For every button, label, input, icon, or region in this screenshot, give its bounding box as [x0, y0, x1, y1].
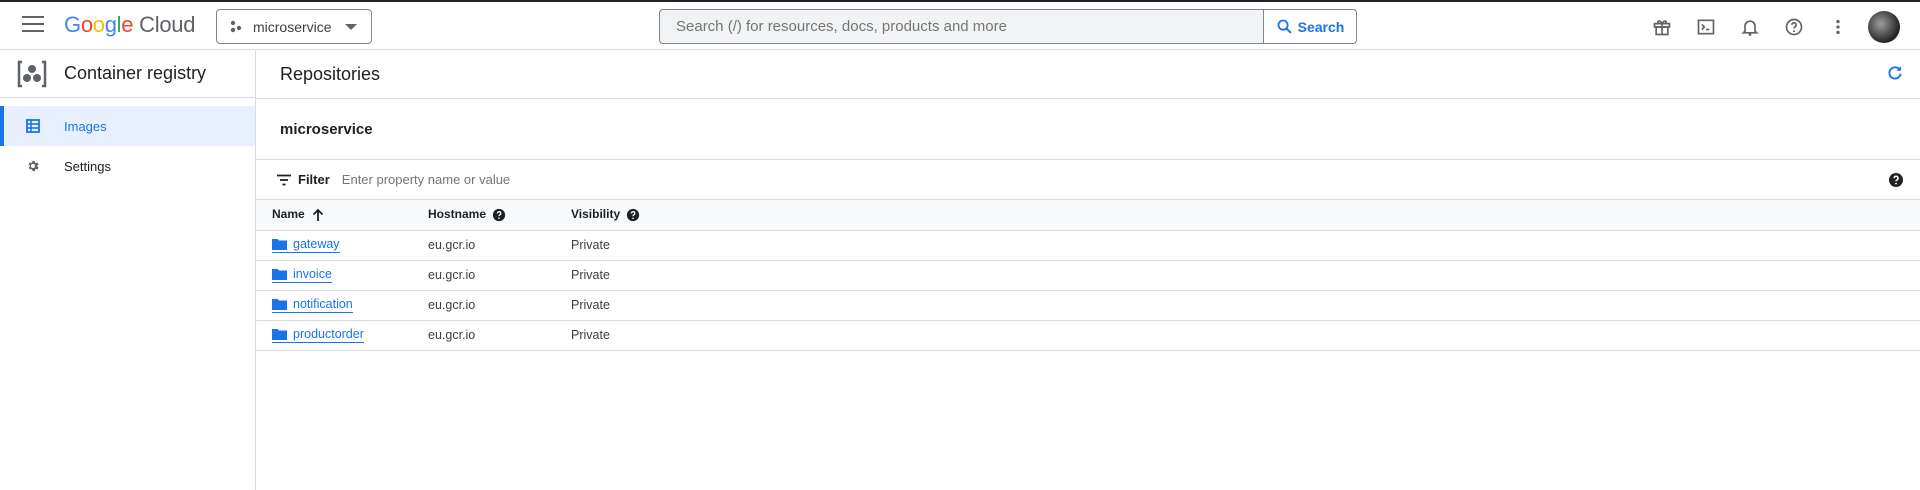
visibility-cell: Private	[555, 230, 1920, 261]
hostname-cell: eu.gcr.io	[412, 260, 555, 291]
repository-section-title: microservice	[256, 99, 1920, 160]
table-row: productorder eu.gcr.io Private	[256, 320, 1920, 351]
table-row: gateway eu.gcr.io Private	[256, 230, 1920, 261]
container-registry-icon	[17, 60, 47, 87]
search-icon	[1277, 19, 1292, 34]
table-row: invoice eu.gcr.io Private	[256, 260, 1920, 291]
google-cloud-logo[interactable]: Google Cloud	[64, 12, 195, 38]
search-input[interactable]	[660, 10, 1263, 43]
repositories-table: Name Hostname Visibility gateway eu.gcr.…	[256, 200, 1920, 351]
filter-input[interactable]	[341, 172, 742, 187]
avatar[interactable]	[1868, 11, 1900, 43]
project-name: microservice	[253, 18, 332, 35]
folder-icon	[272, 239, 287, 250]
help-icon[interactable]	[626, 208, 640, 222]
arrow-up-icon	[312, 208, 323, 222]
sidebar-item-settings[interactable]: Settings	[0, 146, 255, 186]
filter-bar: Filter	[256, 160, 1920, 200]
repo-link-productorder[interactable]: productorder	[272, 327, 364, 343]
visibility-cell: Private	[555, 260, 1920, 291]
repo-link-gateway[interactable]: gateway	[272, 237, 340, 253]
terminal-icon[interactable]	[1684, 11, 1728, 43]
table-icon	[26, 119, 40, 133]
product-title: Container registry	[64, 63, 207, 83]
project-dots-icon	[230, 20, 242, 32]
page-header: Repositories	[256, 50, 1920, 99]
search-button[interactable]: Search	[1263, 10, 1356, 43]
main-menu-button[interactable]	[22, 16, 44, 34]
gear-icon	[28, 160, 39, 172]
page-title: Repositories	[280, 63, 381, 84]
help-icon[interactable]	[1888, 172, 1904, 188]
top-bar: Google Cloud microservice Search	[0, 0, 1920, 50]
column-header-name[interactable]: Name	[256, 200, 412, 231]
repo-link-invoice[interactable]: invoice	[272, 267, 332, 283]
filter-icon[interactable]	[276, 172, 292, 188]
bell-icon[interactable]	[1728, 11, 1772, 43]
refresh-icon[interactable]	[1886, 64, 1904, 82]
help-icon[interactable]	[1772, 11, 1816, 43]
folder-icon	[272, 269, 287, 280]
visibility-cell: Private	[555, 320, 1920, 351]
column-header-hostname[interactable]: Hostname	[412, 200, 555, 231]
filter-label[interactable]: Filter	[298, 172, 330, 187]
repo-link-notification[interactable]: notification	[272, 297, 353, 313]
sidebar-item-images[interactable]: Images	[0, 106, 255, 146]
folder-icon	[272, 329, 287, 340]
folder-icon	[272, 299, 287, 310]
chevron-down-icon	[345, 24, 357, 30]
visibility-cell: Private	[555, 290, 1920, 321]
hostname-cell: eu.gcr.io	[412, 290, 555, 321]
main-content: Repositories microservice Filter Name Ho…	[256, 50, 1920, 490]
project-picker[interactable]: microservice	[216, 9, 372, 44]
sidebar-header: Container registry	[0, 50, 255, 98]
more-vert-icon[interactable]	[1816, 11, 1860, 43]
hostname-cell: eu.gcr.io	[412, 230, 555, 261]
help-icon[interactable]	[492, 208, 506, 222]
gift-icon[interactable]	[1640, 11, 1684, 43]
sidebar: Container registry Images Settings	[0, 50, 256, 490]
table-header-row: Name Hostname Visibility	[256, 200, 1920, 231]
table-row: notification eu.gcr.io Private	[256, 290, 1920, 321]
search-bar: Search	[659, 9, 1357, 44]
hostname-cell: eu.gcr.io	[412, 320, 555, 351]
column-header-visibility[interactable]: Visibility	[555, 200, 1920, 231]
